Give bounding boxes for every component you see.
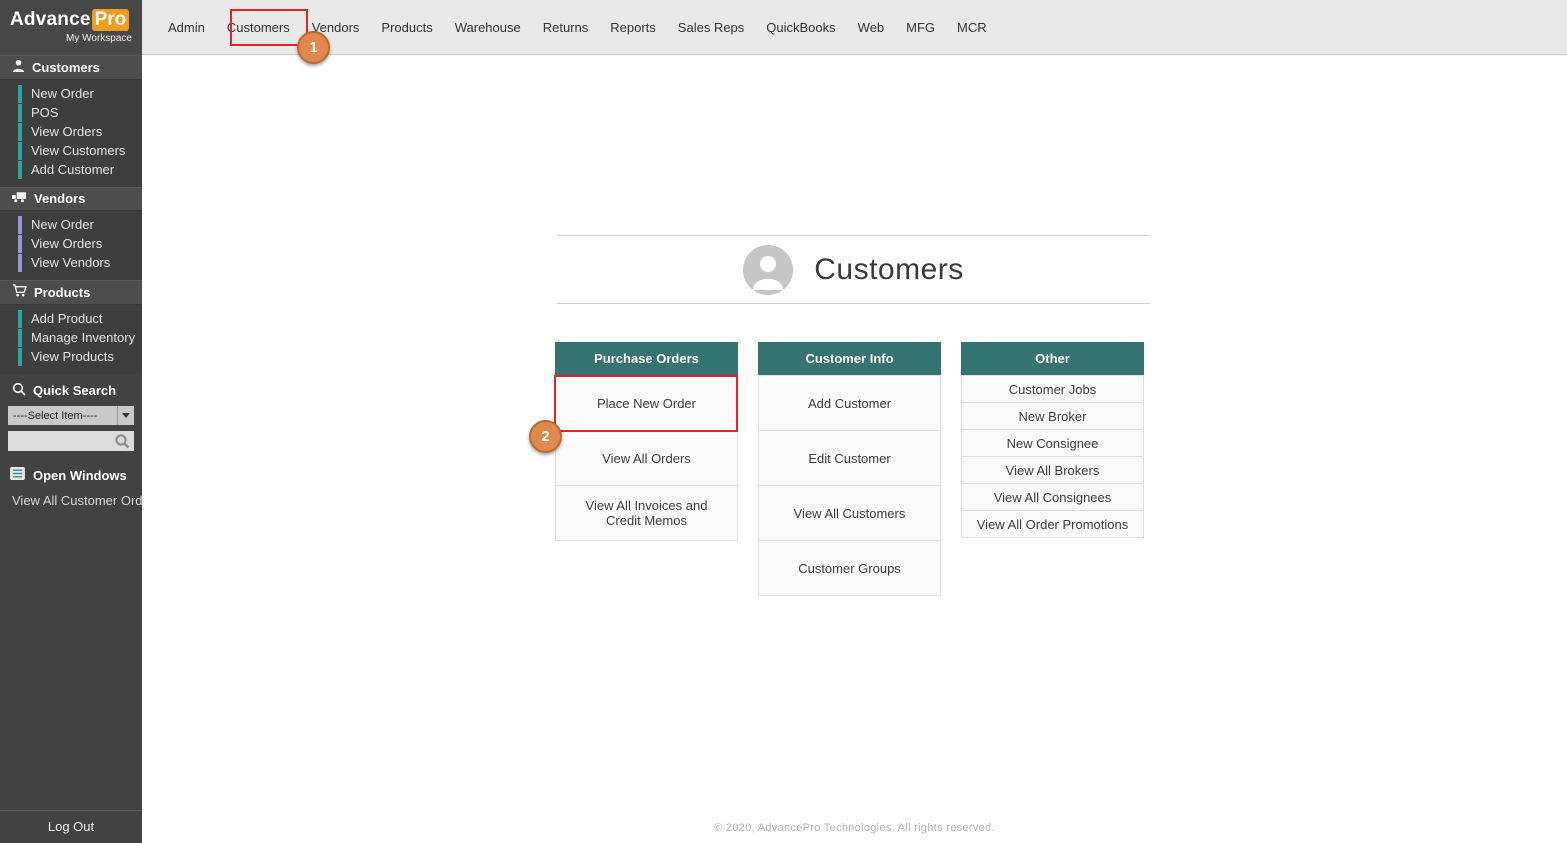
sidebar-products-items: Add Product Manage Inventory View Produc… xyxy=(0,305,142,374)
logo-wordmark: Advance Pro xyxy=(10,9,134,31)
page-header: Customers xyxy=(557,236,1150,303)
column-purchase-orders: Purchase Orders Place New Order View All… xyxy=(555,342,738,541)
sidebar-item-view-vendors[interactable]: View Vendors xyxy=(18,254,142,272)
search-submit-icon[interactable] xyxy=(114,433,130,454)
tab-mfg[interactable]: MFG xyxy=(895,0,946,55)
quick-search-title: Quick Search xyxy=(33,383,117,398)
column-customer-info-header: Customer Info xyxy=(758,342,941,375)
column-purchase-orders-header: Purchase Orders xyxy=(555,342,738,375)
advancepro-workspace: Advance Pro My Workspace Customers New O… xyxy=(0,0,1567,843)
menu-item-place-new-order[interactable]: Place New Order xyxy=(555,375,738,431)
menu-item-view-all-consignees[interactable]: View All Consignees xyxy=(961,483,1144,511)
truck-icon xyxy=(12,191,27,206)
main-content: Customers Purchase Orders Place New Orde… xyxy=(142,56,1567,843)
column-other: Other Customer Jobs New Broker New Consi… xyxy=(961,342,1144,538)
menu-item-view-all-customers[interactable]: View All Customers xyxy=(758,485,941,541)
menu-item-view-all-order-promotions[interactable]: View All Order Promotions xyxy=(961,510,1144,538)
quick-search-header: Quick Search xyxy=(8,380,134,406)
menu-item-new-consignee[interactable]: New Consignee xyxy=(961,429,1144,457)
sidebar-vendors-items: New Order View Orders View Vendors xyxy=(0,211,142,280)
tab-admin[interactable]: Admin xyxy=(157,0,216,55)
menu-item-customer-groups[interactable]: Customer Groups xyxy=(758,540,941,596)
sidebar: Advance Pro My Workspace Customers New O… xyxy=(0,0,142,843)
sidebar-section-vendors: Vendors New Order View Orders View Vendo… xyxy=(0,187,142,280)
app-logo: Advance Pro My Workspace xyxy=(0,0,142,55)
tab-products[interactable]: Products xyxy=(370,0,443,55)
windows-list-icon xyxy=(10,467,25,483)
menu-item-view-all-invoices-credit-memos[interactable]: View All Invoices and Credit Memos xyxy=(555,485,738,541)
tab-vendors[interactable]: Vendors xyxy=(301,0,371,55)
page-title: Customers xyxy=(814,252,964,286)
tab-quickbooks[interactable]: QuickBooks xyxy=(755,0,846,55)
tab-returns[interactable]: Returns xyxy=(532,0,600,55)
sidebar-item-view-orders[interactable]: View Orders xyxy=(18,123,142,141)
logo-subtitle: My Workspace xyxy=(66,33,132,44)
menu-item-new-broker[interactable]: New Broker xyxy=(961,402,1144,430)
sidebar-section-products: Products Add Product Manage Inventory Vi… xyxy=(0,280,142,374)
tab-reports[interactable]: Reports xyxy=(599,0,667,55)
open-window-view-all-customer-orders[interactable]: View All Customer Orde xyxy=(0,489,142,512)
sidebar-section-title: Vendors xyxy=(34,191,86,206)
menu-item-view-all-brokers[interactable]: View All Brokers xyxy=(961,456,1144,484)
open-windows-panel: Open Windows View All Customer Orde xyxy=(0,459,142,512)
chevron-down-icon[interactable] xyxy=(117,406,134,425)
sidebar-section-products-header: Products xyxy=(0,280,142,305)
logo-text-pro: Pro xyxy=(91,9,130,31)
quick-search-panel: Quick Search ----Select Item---- xyxy=(0,374,142,459)
sidebar-item-add-product[interactable]: Add Product xyxy=(18,310,142,328)
sidebar-section-vendors-header: Vendors xyxy=(0,187,142,211)
tab-sales-reps[interactable]: Sales Reps xyxy=(667,0,755,55)
sidebar-section-customers: Customers New Order POS View Orders View… xyxy=(0,55,142,187)
open-windows-header: Open Windows xyxy=(0,459,142,489)
quick-search-input-wrap xyxy=(8,431,134,451)
copyright-text: © 2020, AdvancePro Technologies. All rig… xyxy=(714,822,995,834)
menu-item-edit-customer[interactable]: Edit Customer xyxy=(758,430,941,486)
sidebar-item-manage-inventory[interactable]: Manage Inventory xyxy=(18,329,142,347)
tab-warehouse[interactable]: Warehouse xyxy=(444,0,532,55)
sidebar-item-view-products[interactable]: View Products xyxy=(18,348,142,366)
top-navigation: Admin Customers Vendors Products Warehou… xyxy=(142,0,1567,55)
sidebar-section-customers-header: Customers xyxy=(0,55,142,80)
sidebar-item-vendor-new-order[interactable]: New Order xyxy=(18,216,142,234)
quick-search-item-select[interactable]: ----Select Item---- xyxy=(8,406,134,425)
logout-button[interactable]: Log Out xyxy=(0,810,142,843)
logo-text-advance: Advance xyxy=(10,9,91,30)
column-customer-info: Customer Info Add Customer Edit Customer… xyxy=(758,342,941,596)
header-divider-bottom xyxy=(557,303,1150,304)
sidebar-item-view-customers[interactable]: View Customers xyxy=(18,142,142,160)
sidebar-item-pos[interactable]: POS xyxy=(18,104,142,122)
sidebar-item-new-order[interactable]: New Order xyxy=(18,85,142,103)
sidebar-item-vendor-view-orders[interactable]: View Orders xyxy=(18,235,142,253)
menu-item-add-customer[interactable]: Add Customer xyxy=(758,375,941,431)
sidebar-item-add-customer[interactable]: Add Customer xyxy=(18,161,142,179)
quick-search-select-value: ----Select Item---- xyxy=(13,409,98,422)
customers-avatar-icon xyxy=(743,244,794,295)
user-icon xyxy=(12,59,25,75)
menu-item-view-all-orders[interactable]: View All Orders xyxy=(555,430,738,486)
column-other-header: Other xyxy=(961,342,1144,375)
sidebar-section-title: Customers xyxy=(32,59,100,75)
search-icon xyxy=(12,382,26,399)
open-windows-title: Open Windows xyxy=(33,467,127,483)
tab-customers[interactable]: Customers xyxy=(216,0,301,55)
cart-icon xyxy=(12,284,27,300)
sidebar-section-title: Products xyxy=(34,284,91,300)
tab-mcr[interactable]: MCR xyxy=(946,0,998,55)
menu-item-customer-jobs[interactable]: Customer Jobs xyxy=(961,375,1144,403)
sidebar-customers-items: New Order POS View Orders View Customers… xyxy=(0,80,142,187)
tab-web[interactable]: Web xyxy=(847,0,896,55)
